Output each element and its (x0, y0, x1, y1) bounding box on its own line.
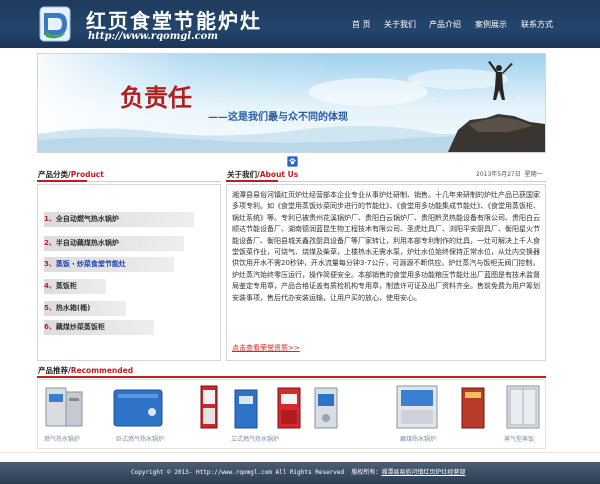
product-card[interactable] (274, 384, 304, 430)
main-nav: 首 页 关于我们 产品介绍 案例展示 联系方式 (0, 19, 600, 29)
product-gallery: 燃气热水锅炉 卧式燃气热水锅炉 立式燃气热水锅炉 藕煤热水锅炉 蒸气型蒸饭 (37, 379, 546, 449)
about-heading-rule (278, 181, 546, 182)
nav-contact[interactable]: 联系方式 (521, 19, 553, 30)
about-body: 湘潭县易俗河镇红页炉灶经营部本企业专业从事炉灶研制、销售。十几年来研制的炉灶产品… (232, 191, 540, 302)
about-content: 湘潭县易俗河镇红页炉灶经营部本企业专业从事炉灶研制、销售。十几年来研制的炉灶产品… (226, 184, 546, 361)
boiler-image (396, 385, 438, 429)
about-heading-underline (226, 180, 278, 182)
boiler-image (45, 387, 83, 427)
nav-about[interactable]: 关于我们 (384, 19, 416, 30)
category-item-canteen-stove[interactable]: 3、蒸饭・炒菜食堂节能灶 (44, 257, 194, 272)
nav-products[interactable]: 产品介绍 (429, 19, 461, 30)
honor-qualification-link[interactable]: 点击查看荣誉资质>> (232, 343, 300, 353)
product-card[interactable]: 燃气热水锅炉 (44, 384, 84, 443)
category-list: 1、全自动燃气热水锅炉 2、半自动藕煤热水锅炉 3、蒸饭・炒菜食堂节能灶 4、蒸… (37, 184, 221, 361)
product-card[interactable] (198, 384, 220, 430)
stove-image (200, 385, 218, 429)
cabinet-image (506, 385, 540, 429)
boiler-image (277, 387, 301, 429)
banner-image: 负责任 ——这是我们最与众不同的体现 (38, 54, 545, 152)
paw-icon[interactable] (287, 156, 298, 167)
footer-divider (0, 452, 600, 453)
product-card[interactable]: 藕煤热水锅炉 (394, 384, 440, 443)
boiler-image (234, 389, 258, 429)
hero-banner[interactable]: 负责任 ——这是我们最与众不同的体现 (37, 53, 546, 153)
product-card[interactable]: 卧式燃气热水锅炉 (112, 384, 164, 443)
category-item-coal-cabinet[interactable]: 6、藕煤炒菜蒸饭柜 (44, 320, 194, 335)
site-url: http://www.rqomgl.com (88, 31, 218, 42)
category-item-gas-boiler[interactable]: 1、全自动燃气热水锅炉 (44, 212, 194, 227)
nav-cases[interactable]: 案例展示 (475, 19, 507, 30)
banner-tagline: ——这是我们最与众不同的体现 (208, 110, 348, 123)
product-card[interactable]: 立式燃气热水锅炉 (231, 384, 279, 443)
recommended-heading: 产品推荐/Recommended (38, 366, 134, 375)
recommended-heading-underline (37, 376, 546, 378)
product-card[interactable] (458, 384, 488, 430)
category-heading-rule (87, 181, 221, 182)
boiler-image (113, 389, 163, 427)
category-heading-underline (37, 180, 87, 182)
category-item-water-tank[interactable]: 5、热水箱(桶) (44, 301, 194, 316)
product-card[interactable]: 蒸气型蒸饭 (504, 384, 542, 443)
site-header: 红页食堂节能炉灶 http://www.rqomgl.com 首 页 关于我们 … (0, 0, 600, 48)
footer-copyright: Copyright © 2013- Http://www.rqomgl.com … (131, 469, 466, 476)
nav-home[interactable]: 首 页 (352, 19, 371, 30)
category-item-coal-boiler[interactable]: 2、半自动藕煤热水锅炉 (44, 236, 194, 251)
date-display: 2013年5月27日 星期一 (476, 171, 543, 178)
footer-owner-link[interactable]: 湘潭县易俗河镇红页炉灶经营部 (381, 469, 465, 476)
boiler-image (314, 387, 338, 429)
banner-slogan: 负责任 (120, 83, 192, 112)
category-item-rice-cabinet[interactable]: 4、蒸饭柜 (44, 279, 194, 294)
product-card[interactable] (311, 384, 341, 430)
stove-image (461, 387, 485, 429)
